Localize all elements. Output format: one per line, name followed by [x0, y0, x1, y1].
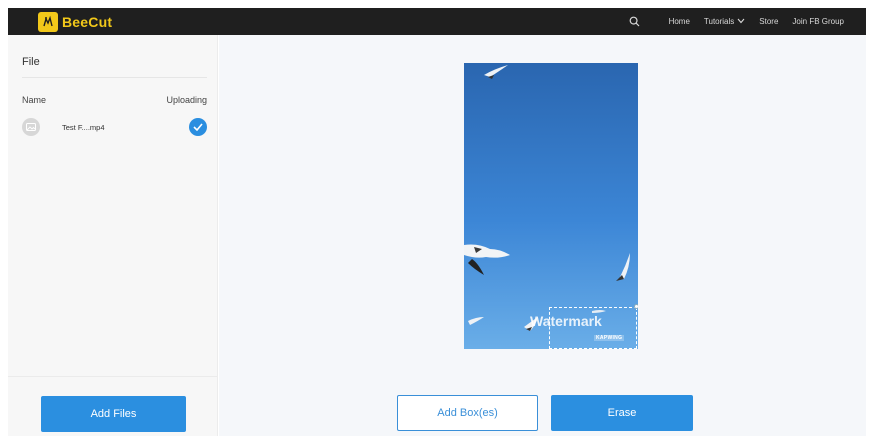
watermark-text: Watermark [530, 313, 602, 329]
beecut-page: BeeCut Home Tutorials Store Join FB Grou… [0, 0, 870, 436]
column-header-uploading: Uploading [166, 95, 207, 105]
watermark-logo: KAPWING [594, 335, 625, 341]
divider [22, 77, 207, 78]
check-icon [189, 118, 207, 136]
brand-logo[interactable]: BeeCut [38, 11, 113, 32]
search-icon[interactable] [627, 14, 643, 30]
add-boxes-button[interactable]: Add Box(es) [397, 395, 538, 431]
nav-tutorials[interactable]: Tutorials [704, 17, 745, 26]
nav-home[interactable]: Home [669, 17, 690, 26]
image-thumbnail-icon [22, 118, 40, 136]
video-preview[interactable]: Watermark KAPWING [464, 63, 638, 349]
erase-button[interactable]: Erase [551, 395, 693, 431]
brand-name: BeeCut [62, 13, 113, 30]
top-bar: BeeCut Home Tutorials Store Join FB Grou… [8, 8, 866, 35]
editor-area: Watermark KAPWING Add Box(es) Erase [219, 35, 866, 436]
divider [8, 376, 217, 377]
resize-handle-icon[interactable] [634, 304, 638, 309]
column-header-name: Name [22, 95, 47, 105]
file-list-item[interactable]: Test F....mp4 [22, 117, 207, 137]
file-name: Test F....mp4 [62, 122, 105, 132]
nav-join-fb-group[interactable]: Join FB Group [792, 17, 844, 26]
file-sidebar: File Name Uploading Test F....mp4 Add Fi… [8, 35, 218, 436]
top-nav: Home Tutorials Store Join FB Group [627, 14, 844, 30]
add-files-button[interactable]: Add Files [41, 396, 186, 432]
nav-store[interactable]: Store [759, 17, 778, 26]
bee-logo-icon [38, 11, 58, 32]
sidebar-title: File [22, 56, 40, 68]
nav-tutorials-label: Tutorials [703, 17, 735, 26]
chevron-down-icon [737, 17, 745, 26]
